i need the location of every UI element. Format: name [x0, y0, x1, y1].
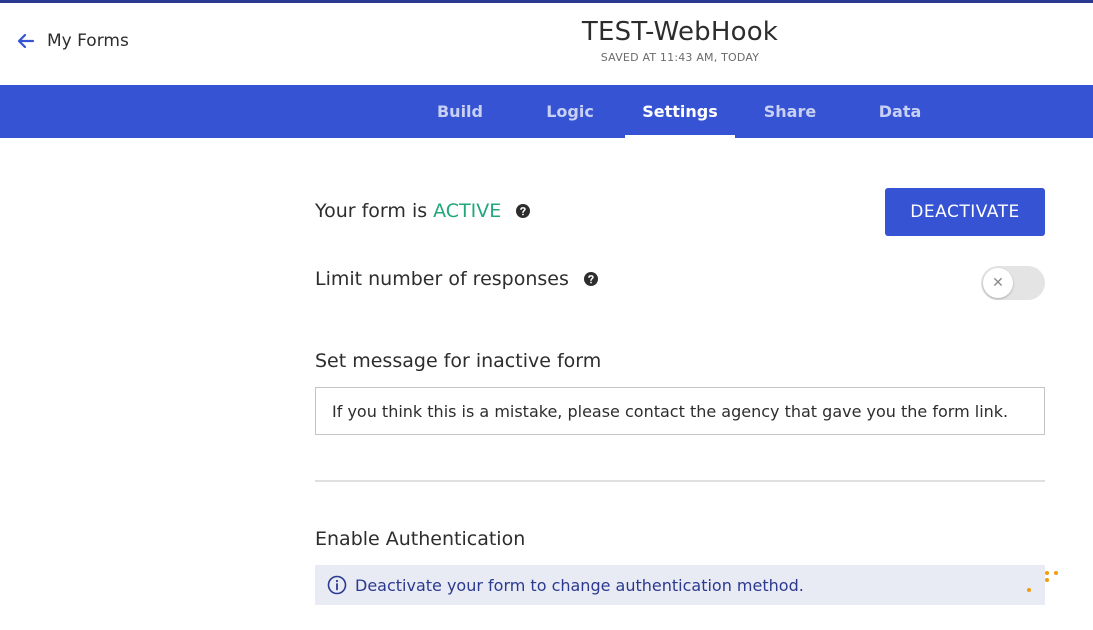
tab-data[interactable]: Data [845, 85, 955, 138]
back-arrow-icon [16, 31, 36, 51]
info-circle-icon [327, 575, 347, 595]
form-title: TEST-WebHook [581, 17, 779, 47]
help-circle-icon[interactable] [516, 204, 531, 218]
authentication-label: Enable Authentication [315, 528, 526, 550]
authentication-info-text: Deactivate your form to change authentic… [355, 575, 804, 595]
inactive-message-input[interactable] [315, 387, 1045, 435]
status-badge: ACTIVE [433, 200, 502, 222]
tab-build[interactable]: Build [405, 85, 515, 138]
form-status-text: Your form is ACTIVE [315, 200, 531, 222]
tab-share[interactable]: Share [735, 85, 845, 138]
tab-logic[interactable]: Logic [515, 85, 625, 138]
tab-bar: Build Logic Settings Share Data [0, 85, 1093, 138]
section-divider [315, 480, 1045, 482]
help-circle-icon[interactable] [583, 272, 598, 286]
limit-responses-label: Limit number of responses [315, 268, 569, 290]
close-icon: ✕ [992, 275, 1004, 291]
back-link-label: My Forms [47, 31, 129, 51]
app-header: My Forms TEST-WebHook SAVED AT 11:43 AM,… [0, 3, 1093, 85]
saved-status: SAVED AT 11:43 AM, TODAY [600, 51, 760, 64]
toggle-knob: ✕ [983, 268, 1013, 298]
form-title-block: TEST-WebHook SAVED AT 11:43 AM, TODAY [480, 17, 880, 64]
loading-dots-icon [1025, 568, 1065, 598]
limit-responses-text: Limit number of responses [315, 268, 598, 290]
limit-responses-row: Limit number of responses ✕ [315, 266, 1045, 302]
inactive-message-label: Set message for inactive form [315, 350, 602, 372]
authentication-info-box: Deactivate your form to change authentic… [315, 565, 1045, 605]
back-to-my-forms-link[interactable]: My Forms [16, 31, 129, 51]
tab-settings[interactable]: Settings [625, 85, 735, 138]
status-prefix: Your form is [315, 200, 428, 222]
deactivate-button[interactable]: DEACTIVATE [885, 188, 1045, 236]
form-status-row: Your form is ACTIVE DEACTIVATE [315, 188, 1045, 236]
limit-responses-toggle[interactable]: ✕ [981, 266, 1045, 300]
